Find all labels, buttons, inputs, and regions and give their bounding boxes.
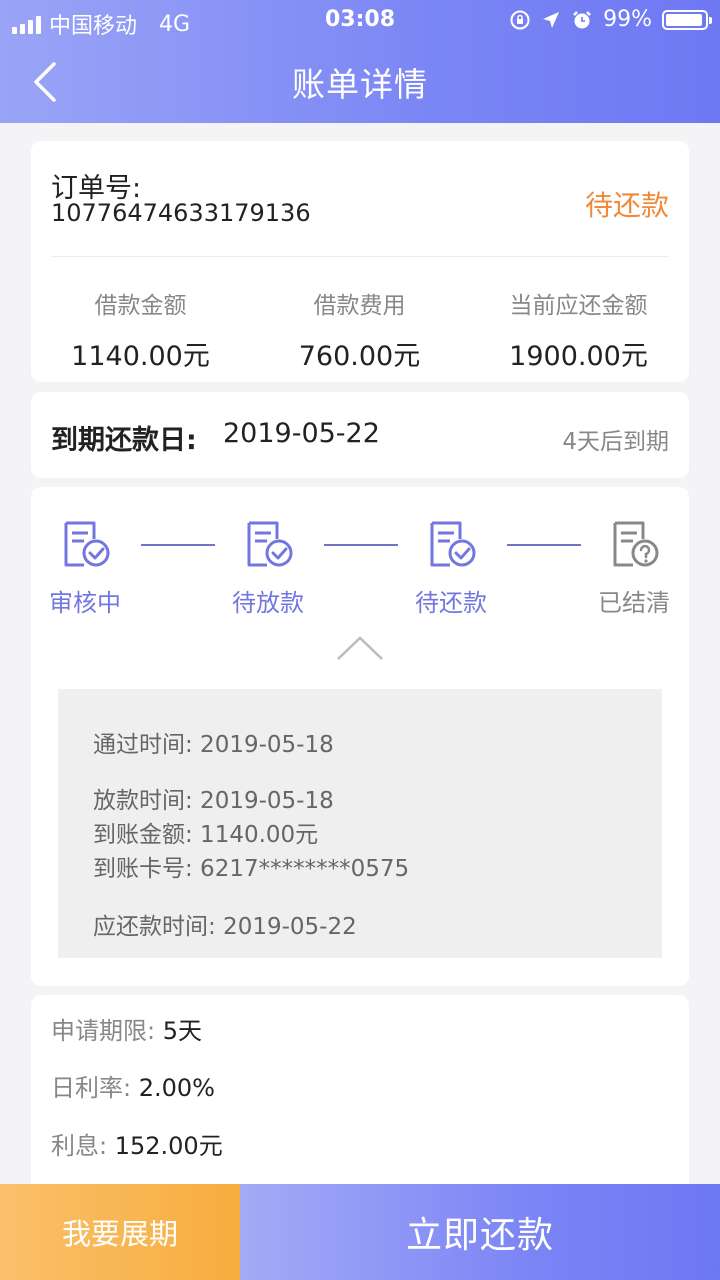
doc-check-icon bbox=[64, 521, 110, 567]
alarm-icon bbox=[573, 10, 591, 28]
step-connector bbox=[507, 544, 581, 546]
step-label: 待还款 bbox=[415, 589, 487, 617]
rate-value: 2.00% bbox=[138, 1074, 215, 1102]
loan-fee: 借款费用 760.00元 bbox=[250, 286, 469, 373]
rate-label: 日利率: bbox=[51, 1074, 139, 1102]
doc-check-icon bbox=[430, 521, 476, 567]
loan-time: 放款时间: 2019-05-18 bbox=[93, 788, 334, 814]
battery-icon bbox=[662, 9, 712, 30]
term-label: 申请期限: bbox=[51, 1017, 163, 1045]
order-number: 10776474633179136 bbox=[51, 199, 311, 227]
step-connector bbox=[141, 544, 215, 546]
amount-due-value: 1900.00元 bbox=[509, 341, 648, 372]
due-remaining: 4天后到期 bbox=[562, 429, 669, 455]
amount-due-label: 当前应还金额 bbox=[509, 293, 648, 319]
rotation-lock-icon bbox=[510, 10, 530, 29]
interest-row: 利息: 152.00元 bbox=[51, 1126, 223, 1161]
status-bar: 中国移动 4G 03:08 99% bbox=[0, 0, 720, 40]
due-date-card: 到期还款日: 2019-05-22 4天后到期 bbox=[31, 392, 689, 478]
step-connector bbox=[324, 544, 398, 546]
step-reviewing: 审核中 bbox=[30, 517, 140, 618]
location-icon bbox=[543, 11, 560, 28]
divider bbox=[51, 256, 669, 257]
doc-question-icon bbox=[613, 521, 659, 567]
loan-fee-value: 760.00元 bbox=[298, 341, 421, 372]
repay-button[interactable]: 立即还款 bbox=[240, 1184, 720, 1280]
chevron-up-icon[interactable] bbox=[336, 635, 384, 661]
order-status-badge: 待还款 bbox=[584, 189, 669, 222]
repay-time: 应还款时间: 2019-05-22 bbox=[93, 914, 357, 940]
step-label: 审核中 bbox=[49, 589, 121, 617]
interest-value: 152.00元 bbox=[114, 1132, 223, 1160]
term-row: 申请期限: 5天 bbox=[51, 1011, 202, 1046]
card-number: 到账卡号: 6217********0575 bbox=[93, 856, 410, 882]
arrival-amount: 到账金额: 1140.00元 bbox=[93, 822, 319, 848]
order-card: 订单号: 10776474633179136 待还款 借款金额 1140.00元… bbox=[31, 141, 689, 382]
pass-time: 通过时间: 2019-05-18 bbox=[93, 732, 334, 758]
rate-row: 日利率: 2.00% bbox=[51, 1068, 215, 1103]
step-label: 待放款 bbox=[232, 589, 304, 617]
due-date-label: 到期还款日: bbox=[51, 425, 197, 456]
doc-check-icon bbox=[247, 521, 293, 567]
loan-amount-label: 借款金额 bbox=[94, 293, 187, 319]
step-label: 已结清 bbox=[598, 589, 670, 617]
extend-button[interactable]: 我要展期 bbox=[0, 1184, 240, 1280]
term-value: 5天 bbox=[162, 1017, 202, 1045]
header: 中国移动 4G 03:08 99% 账单详情 bbox=[0, 0, 720, 123]
step-awaiting-loan: 待放款 bbox=[213, 517, 323, 618]
step-settled: 已结清 bbox=[579, 517, 689, 618]
page-title: 账单详情 bbox=[292, 65, 428, 104]
progress-card: 审核中 待放款 待还款 已结清 通过时间: 2019-05-18 放款时间: 2… bbox=[31, 487, 689, 986]
amount-due: 当前应还金额 1900.00元 bbox=[469, 286, 688, 373]
battery-percent: 99% bbox=[603, 7, 652, 32]
interest-label: 利息: bbox=[51, 1132, 115, 1160]
loan-amount: 借款金额 1140.00元 bbox=[31, 286, 250, 373]
loan-amount-value: 1140.00元 bbox=[71, 341, 210, 372]
step-awaiting-repayment: 待还款 bbox=[396, 517, 506, 618]
due-date-value: 2019-05-22 bbox=[223, 418, 380, 449]
progress-detail-panel: 通过时间: 2019-05-18 放款时间: 2019-05-18 到账金额: … bbox=[58, 689, 662, 958]
loan-fee-label: 借款费用 bbox=[313, 293, 406, 319]
